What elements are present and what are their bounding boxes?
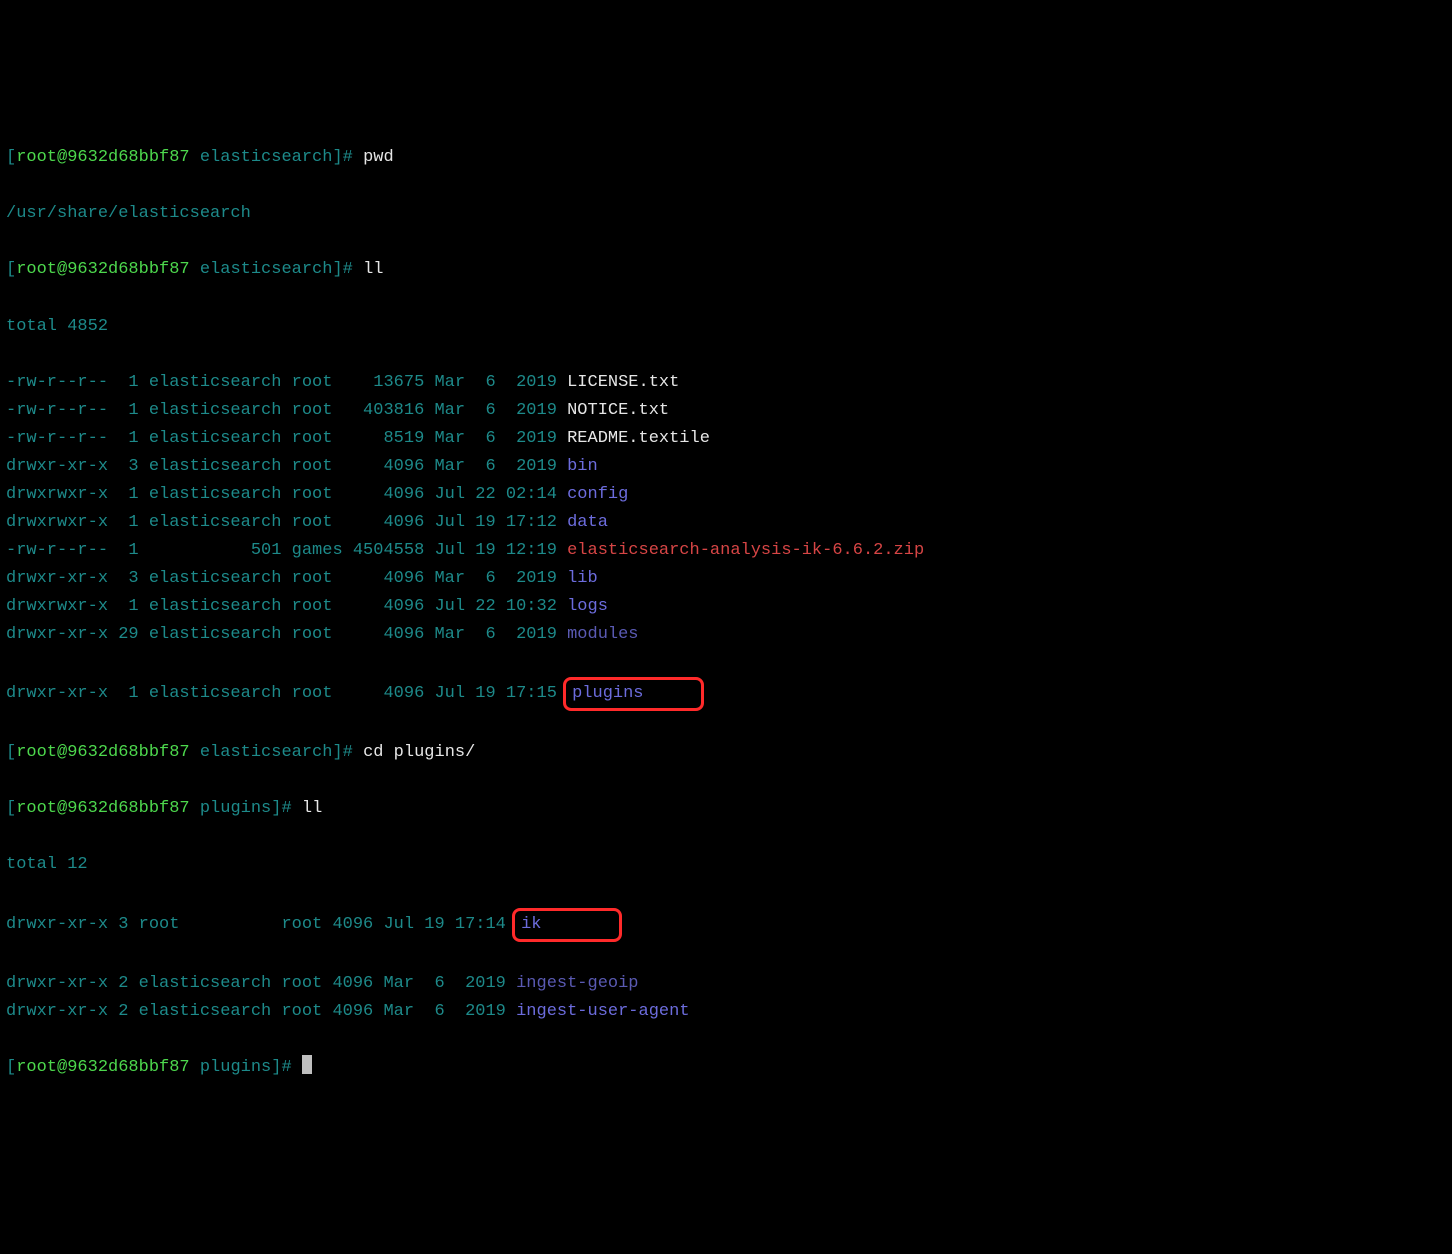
ls-row: drwxr-xr-x 3 elasticsearch root 4096 Mar… <box>6 565 1446 593</box>
prompt-line-ll-1: [root@9632d68bbf87 elasticsearch]# ll <box>6 256 1446 284</box>
ls-row: drwxrwxr-x 1 elasticsearch root 4096 Jul… <box>6 481 1446 509</box>
prompt-line-cursor[interactable]: [root@9632d68bbf87 plugins]# <box>6 1054 1446 1082</box>
ls-row: drwxrwxr-x 1 elasticsearch root 4096 Jul… <box>6 509 1446 537</box>
ls-row-plugins: drwxr-xr-x 1 elasticsearch root 4096 Jul… <box>6 677 1446 711</box>
ls-row: -rw-r--r-- 1 elasticsearch root 8519 Mar… <box>6 425 1446 453</box>
total-line-1: total 4852 <box>6 313 1446 341</box>
prompt-line-cd: [root@9632d68bbf87 elasticsearch]# cd pl… <box>6 739 1446 767</box>
ls-row: drwxr-xr-x 29 elasticsearch root 4096 Ma… <box>6 621 1446 649</box>
ls-row-ik: drwxr-xr-x 3 root root 4096 Jul 19 17:14… <box>6 908 1446 942</box>
ls-row: drwxrwxr-x 1 elasticsearch root 4096 Jul… <box>6 593 1446 621</box>
prompt-line-ll-2: [root@9632d68bbf87 plugins]# ll <box>6 795 1446 823</box>
cursor-block <box>302 1055 312 1074</box>
ls-row: drwxr-xr-x 2 elasticsearch root 4096 Mar… <box>6 970 1446 998</box>
ls-row: -rw-r--r-- 1 501 games 4504558 Jul 19 12… <box>6 537 1446 565</box>
prompt-line-pwd: [root@9632d68bbf87 elasticsearch]# pwd <box>6 144 1446 172</box>
total-line-2: total 12 <box>6 851 1446 879</box>
highlight-plugins: plugins <box>563 677 703 711</box>
pwd-output: /usr/share/elasticsearch <box>6 200 1446 228</box>
ls-row: drwxr-xr-x 2 elasticsearch root 4096 Mar… <box>6 998 1446 1026</box>
ls-row: drwxr-xr-x 3 elasticsearch root 4096 Mar… <box>6 453 1446 481</box>
terminal-output[interactable]: [root@9632d68bbf87 elasticsearch]# pwd /… <box>6 116 1446 1110</box>
ls-row: -rw-r--r-- 1 elasticsearch root 403816 M… <box>6 397 1446 425</box>
ls-row: -rw-r--r-- 1 elasticsearch root 13675 Ma… <box>6 369 1446 397</box>
highlight-ik: ik <box>512 908 622 942</box>
